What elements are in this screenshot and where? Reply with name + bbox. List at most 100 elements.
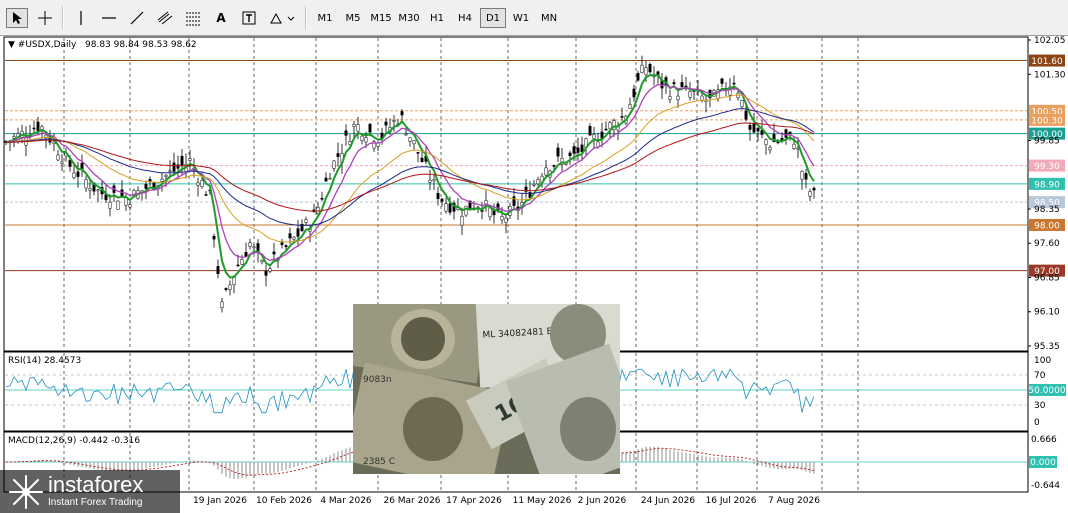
price-tick-5: 96.85 <box>1034 273 1060 283</box>
candle-body <box>264 271 268 276</box>
macd-tick-1: -0.644 <box>1031 481 1060 491</box>
horizontal-line-tool[interactable] <box>98 8 120 28</box>
fibonacci-tool[interactable] <box>182 8 204 28</box>
timeframe-m15-button[interactable]: M15 <box>368 8 394 28</box>
candle-body <box>800 171 804 180</box>
candle-body <box>180 155 184 166</box>
candle-body <box>620 116 624 118</box>
shapes-icon <box>270 12 295 24</box>
candle-body <box>268 268 272 272</box>
candle-body <box>408 137 412 142</box>
channel-tool[interactable] <box>154 8 176 28</box>
candle-body <box>332 160 336 169</box>
brand-tagline: Instant Forex Trading <box>48 497 143 508</box>
candle-body <box>536 179 540 185</box>
brand-name: instaforex <box>48 472 144 497</box>
vertical-line-tool[interactable] <box>70 8 92 28</box>
candle-body <box>668 96 672 100</box>
chart-area[interactable]: 101.60 100.50 100.30 100.00 99.30 98.90 98.50 9… <box>0 36 1068 513</box>
timeframe-m30-button[interactable]: M30 <box>396 8 422 28</box>
candle-body <box>600 131 604 139</box>
candle-body <box>588 126 592 136</box>
shapes-tool[interactable] <box>266 8 298 28</box>
candle-body <box>292 236 296 240</box>
candle-body <box>328 177 332 180</box>
timeframe-d1-button[interactable]: D1 <box>480 8 506 28</box>
candle-body <box>592 134 596 139</box>
candle-body <box>648 64 652 73</box>
price-tick-6: 96.10 <box>1034 308 1060 318</box>
text-label-tool[interactable] <box>238 8 260 28</box>
candle-body <box>216 266 220 275</box>
candle-body <box>632 88 636 98</box>
candle-body <box>360 135 364 142</box>
candle-body <box>732 82 736 85</box>
date-label-4: 17 Apr 2026 <box>446 496 502 506</box>
candle-body <box>504 217 508 223</box>
candle-body <box>288 233 292 239</box>
timeframe-h4-button[interactable]: H4 <box>452 8 478 28</box>
candle-body <box>376 143 380 147</box>
macd-zero-label: 0.000 <box>1030 458 1056 468</box>
instaforex-logo-icon <box>9 475 43 509</box>
candle-body <box>608 122 612 130</box>
candle-body <box>756 127 760 132</box>
macd-label: MACD(12,26,9) -0.442 -0.316 <box>8 436 140 446</box>
candle-body <box>576 147 580 153</box>
trendline-tool[interactable] <box>126 8 148 28</box>
timeframe-mn-button[interactable]: MN <box>536 8 562 28</box>
price-tick-4: 97.60 <box>1034 239 1060 249</box>
text-tool[interactable]: A <box>210 8 232 28</box>
candle-body <box>252 246 256 249</box>
toolbar: A M1 M5 M15 M30 H1 H4 D1 W1 MN <box>0 0 1068 36</box>
candle-body <box>248 242 252 247</box>
rsi-tick-0: 100 <box>1034 356 1051 366</box>
candle-body <box>128 204 132 208</box>
rsi-tick-1: 70 <box>1034 371 1046 381</box>
candle-body <box>164 174 168 177</box>
text-icon: A <box>216 11 226 25</box>
candle-body <box>32 127 36 130</box>
candle-body <box>212 236 216 240</box>
dollar-bills-photo: ML 34082481 E 9083n 100 2385 C <box>353 304 620 474</box>
candle-body <box>636 73 640 81</box>
timeframe-w1-button[interactable]: W1 <box>508 8 534 28</box>
vertical-line-icon <box>80 11 82 25</box>
candle-body <box>752 123 756 133</box>
candle-body <box>556 147 560 157</box>
candle-body <box>160 178 164 182</box>
candle-body <box>464 205 468 216</box>
candle-body <box>12 136 16 139</box>
candle-body <box>324 177 328 182</box>
timeframe-m5-button[interactable]: M5 <box>340 8 366 28</box>
candle-body <box>748 125 752 130</box>
candle-body <box>552 165 556 167</box>
timeframe-m1-button[interactable]: M1 <box>312 8 338 28</box>
candle-body <box>356 124 360 132</box>
crosshair-tool[interactable] <box>34 8 56 28</box>
candle-body <box>56 154 60 161</box>
candle-body <box>352 123 356 127</box>
ohlc-readout: 98.83 98.84 98.53 98.62 <box>85 40 197 50</box>
date-label-6: 2 Jun 2026 <box>578 496 627 506</box>
candle-body <box>220 301 224 309</box>
candle-body <box>188 158 192 161</box>
timeframe-h1-button[interactable]: H1 <box>424 8 450 28</box>
date-label-1: 10 Feb 2026 <box>256 496 312 506</box>
candle-body <box>240 259 244 265</box>
candle-body <box>440 198 444 202</box>
candle-body <box>76 171 80 177</box>
candle-body <box>420 157 424 162</box>
level-label-2: 100.30 <box>1031 116 1063 126</box>
rsi-tick-3: 0 <box>1034 418 1040 428</box>
candle-body <box>764 139 768 145</box>
candle-body <box>144 183 148 189</box>
cursor-tool[interactable] <box>6 8 28 28</box>
candle-body <box>720 78 724 84</box>
candle-body <box>676 95 680 101</box>
rsi-tick-2: 30 <box>1034 401 1046 411</box>
candle-body <box>672 82 676 85</box>
candle-body <box>384 121 388 126</box>
date-label-8: 16 Jul 2026 <box>706 496 757 506</box>
candle-body <box>116 200 120 210</box>
